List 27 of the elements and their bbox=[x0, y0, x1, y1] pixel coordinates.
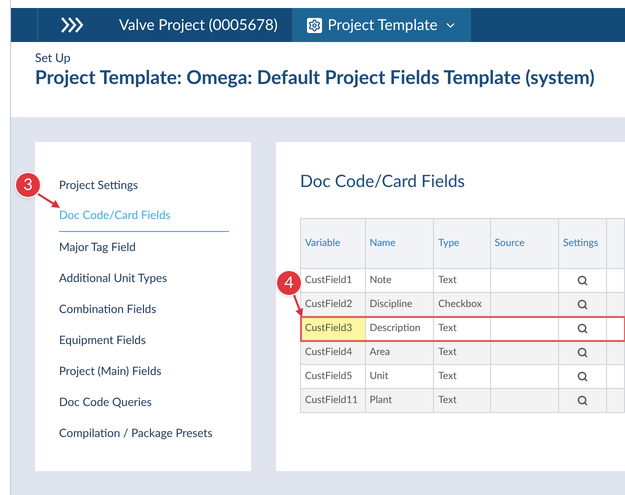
search-icon[interactable] bbox=[577, 322, 588, 334]
page-eyebrow: Set Up bbox=[35, 50, 72, 66]
sidebar-item[interactable]: Additional Unit Types bbox=[59, 263, 229, 294]
sidebar-item[interactable]: Equipment Fields bbox=[59, 325, 229, 356]
page-title: Project Template: Omega: Default Project Fields Template (system) bbox=[35, 66, 596, 90]
search-icon[interactable] bbox=[577, 394, 588, 406]
gear-icon bbox=[306, 18, 322, 32]
callout-arrow bbox=[38, 192, 60, 209]
table-cell: CustField11 bbox=[300, 388, 366, 412]
table-cell: Text bbox=[434, 388, 490, 412]
search-icon[interactable] bbox=[577, 298, 588, 310]
sidebar-item[interactable]: Major Tag Field bbox=[59, 232, 229, 263]
column-header[interactable]: Variable bbox=[300, 218, 366, 268]
sidebar-item[interactable]: Project Settings bbox=[59, 170, 229, 201]
breadcrumb-menu[interactable]: Project Template bbox=[292, 8, 470, 42]
section-title: Doc Code/Card Fields bbox=[300, 170, 466, 192]
sidebar-item[interactable]: Doc Code Queries bbox=[59, 387, 229, 418]
sidebar-item[interactable]: Project (Main) Fields bbox=[59, 356, 229, 387]
sidebar-item[interactable]: Combination Fields bbox=[59, 294, 229, 325]
callout-arrow bbox=[292, 294, 304, 318]
table-cell: Plant bbox=[365, 388, 434, 412]
sidebar-item[interactable]: Compilation / Package Presets bbox=[59, 418, 229, 449]
search-icon[interactable] bbox=[577, 370, 588, 382]
search-icon[interactable] bbox=[577, 346, 588, 358]
search-icon[interactable] bbox=[577, 274, 588, 286]
chevrons-icon bbox=[60, 17, 82, 33]
table-cell: CustField3 bbox=[300, 316, 366, 340]
